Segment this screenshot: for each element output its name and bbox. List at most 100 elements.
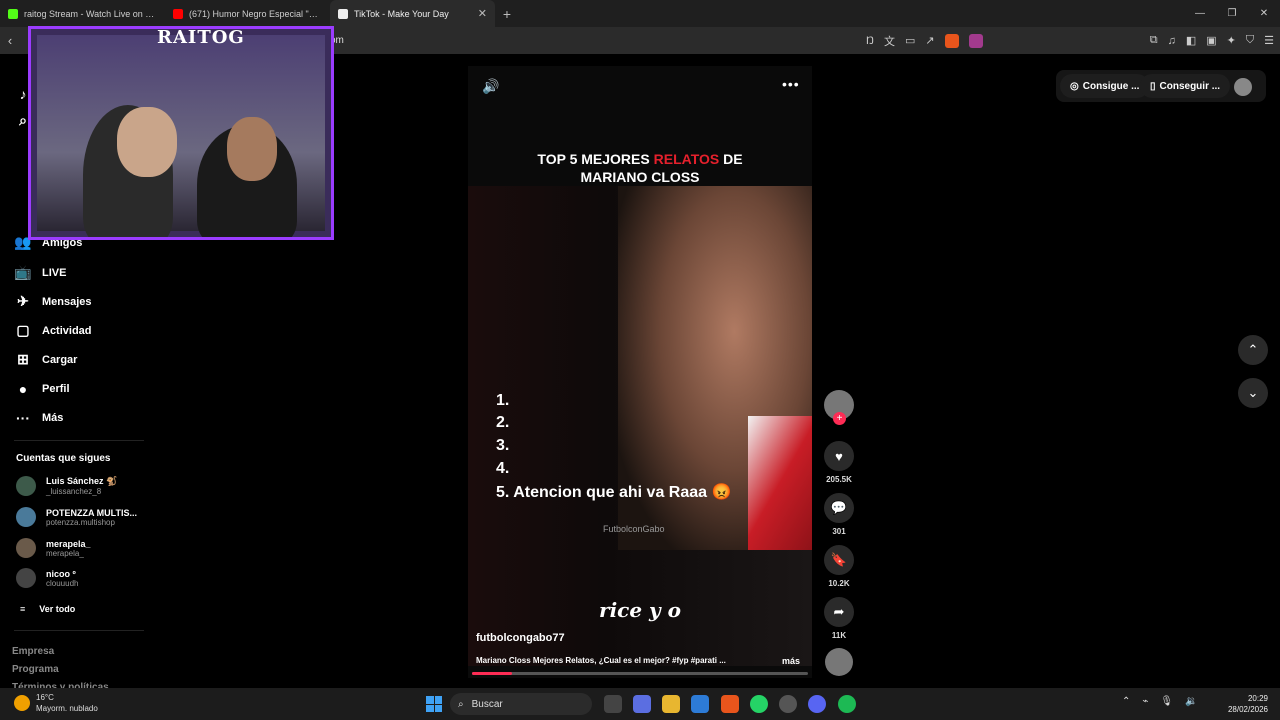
translate-icon[interactable]: 文 (884, 33, 895, 49)
sidebar-item-live[interactable]: 📺 LIVE (14, 264, 66, 281)
weather-text: Mayorm. nublado (36, 704, 98, 713)
sidebar-item-mas[interactable]: ··· Más (14, 410, 63, 426)
time: 20:29 (1247, 694, 1268, 703)
taskbar-search[interactable]: ⌕ Buscar (450, 693, 592, 715)
volume-icon[interactable]: 🔊 (482, 78, 499, 95)
sound-disc[interactable] (820, 648, 858, 676)
rank-item: 4. (496, 460, 510, 477)
footer-link[interactable]: Programa (12, 664, 59, 675)
previous-video-button[interactable]: ⌃ (1238, 335, 1268, 365)
share-icon[interactable]: ↗ (925, 34, 934, 47)
user-avatar[interactable] (1234, 78, 1252, 96)
taskbar: 16°C Mayorm. nublado ⌕ Buscar ⌃ ⌁ 🎙 🔉 20… (0, 688, 1280, 720)
screenshot-icon[interactable]: ⧉ (1150, 34, 1158, 47)
restore-icon[interactable]: ❐ (1216, 0, 1248, 27)
sidebar-item-perfil[interactable]: ● Perfil (14, 381, 70, 397)
kick-icon (8, 8, 18, 19)
face-right (227, 117, 277, 181)
microphone-icon[interactable]: 🎙 (1160, 696, 1173, 707)
back-icon[interactable]: ‹ (0, 33, 20, 48)
progress-bar[interactable] (472, 672, 808, 675)
speaker-icon[interactable]: 🔉 (1185, 696, 1197, 707)
tab-tiktok[interactable]: TikTok - Make Your Day ✕ (330, 0, 495, 27)
weather-widget[interactable]: 16°C Mayorm. nublado (14, 692, 98, 714)
tab-title: TikTok - Make Your Day (354, 8, 449, 19)
steam-icon[interactable] (779, 695, 797, 713)
temperature: 16°C (36, 693, 54, 702)
video-player[interactable]: 🔊 ••• TOP 5 MEJORES RELATOS DE MARIANO C… (468, 66, 812, 678)
close-tab-icon[interactable]: ✕ (478, 7, 487, 20)
brave-shield-icon[interactable] (944, 33, 959, 48)
search-icon: ⌕ (458, 698, 464, 710)
sidebar-item-mensajes[interactable]: ✈ Mensajes (14, 293, 91, 310)
rank-item: 3. (496, 437, 510, 454)
store-icon[interactable] (691, 695, 709, 713)
spotify-icon[interactable] (838, 695, 856, 713)
comment-button[interactable]: 💬 301 (820, 493, 858, 536)
cast-icon[interactable]: ▭ (905, 34, 915, 47)
like-button[interactable]: ♥ 205.5K (820, 441, 858, 484)
menu-icon[interactable]: ☰ (1264, 34, 1274, 47)
new-tab-button[interactable]: + (495, 6, 519, 22)
avatar (16, 538, 36, 558)
tab-youtube[interactable]: (671) Humor Negro Especial "Lo ME... (165, 0, 330, 27)
footer-link[interactable]: Empresa (12, 646, 54, 657)
more-options-icon[interactable]: ••• (782, 76, 800, 92)
avatar (16, 568, 36, 588)
whatsapp-icon[interactable] (750, 695, 768, 713)
account-item[interactable]: Luis Sánchez 🐒 _luissanchez_8 (16, 476, 117, 496)
avatar (16, 507, 36, 527)
author-avatar[interactable]: + (820, 390, 858, 425)
media-icon[interactable]: ♫ (1168, 35, 1176, 47)
get-coins-label: Consigue ... (1082, 80, 1140, 92)
list-icon: ≡ (20, 604, 26, 614)
see-all-button[interactable]: ≡ Ver todo (20, 604, 75, 614)
close-window-icon[interactable]: ✕ (1248, 0, 1280, 27)
title-part: DE (719, 151, 743, 167)
account-item[interactable]: POTENZZA MULTIS... potenzza.multishop (16, 507, 137, 527)
brave-rewards-icon[interactable] (968, 33, 983, 48)
tab-kick[interactable]: raitog Stream - Watch Live on Kick (0, 0, 165, 27)
avatar (16, 476, 36, 496)
youtube-icon (173, 8, 183, 19)
comment-count: 301 (832, 527, 846, 536)
phone-icon: ▯ (1150, 80, 1156, 92)
minimize-icon[interactable]: — (1184, 0, 1216, 27)
system-tray: ⌃ ⌁ 🎙 🔉 (1122, 696, 1198, 707)
progress-fill (472, 672, 513, 675)
reader-icon[interactable]: Ŋ (866, 35, 874, 47)
caption-more-button[interactable]: más (782, 656, 800, 666)
task-view-icon[interactable] (604, 695, 622, 713)
vpn-icon[interactable]: ⛉ (1246, 34, 1254, 47)
account-item[interactable]: nicoo º clouuudh (16, 568, 78, 588)
start-button[interactable] (426, 696, 442, 712)
rank-item: 5. Atencion que ahi va Raaa 😡 (496, 484, 732, 501)
share-button[interactable]: ➦ 11K (820, 597, 858, 640)
profile-icon: ● (18, 381, 28, 397)
follow-icon[interactable]: + (833, 412, 846, 425)
sidebar-toggle-icon[interactable]: ◧ (1186, 34, 1196, 47)
webcam-feed (37, 35, 325, 237)
leo-icon[interactable]: ✦ (1227, 34, 1236, 47)
file-explorer-icon[interactable] (662, 695, 680, 713)
sidebar-item-cargar[interactable]: ⊞ Cargar (14, 351, 77, 368)
sidebar-item-label: Perfil (42, 383, 70, 395)
brave-browser-icon[interactable] (721, 695, 739, 713)
network-icon[interactable]: ⌁ (1142, 696, 1148, 707)
sidebar-item-actividad[interactable]: ▢ Actividad (14, 322, 91, 339)
copilot-icon[interactable] (633, 695, 651, 713)
save-button[interactable]: 🔖 10.2K (820, 545, 858, 588)
next-video-button[interactable]: ⌄ (1238, 378, 1268, 408)
get-app-button[interactable]: ▯ Conseguir ... (1140, 74, 1231, 98)
chevron-down-icon: ⌄ (1247, 385, 1259, 400)
video-author[interactable]: futbolcongabo77 (476, 632, 565, 644)
clock[interactable]: 20:29 28/02/2026 (1226, 693, 1268, 715)
account-handle: merapela_ (46, 548, 84, 558)
window-controls: — ❐ ✕ (1184, 0, 1280, 27)
wallet-icon[interactable]: ▣ (1206, 34, 1216, 47)
chevron-up-icon[interactable]: ⌃ (1122, 696, 1130, 707)
discord-icon[interactable] (808, 695, 826, 713)
account-item[interactable]: merapela_ merapela_ (16, 538, 91, 558)
upload-icon: ⊞ (17, 351, 29, 367)
get-coins-button[interactable]: ◎ Consigue ... (1060, 74, 1150, 98)
